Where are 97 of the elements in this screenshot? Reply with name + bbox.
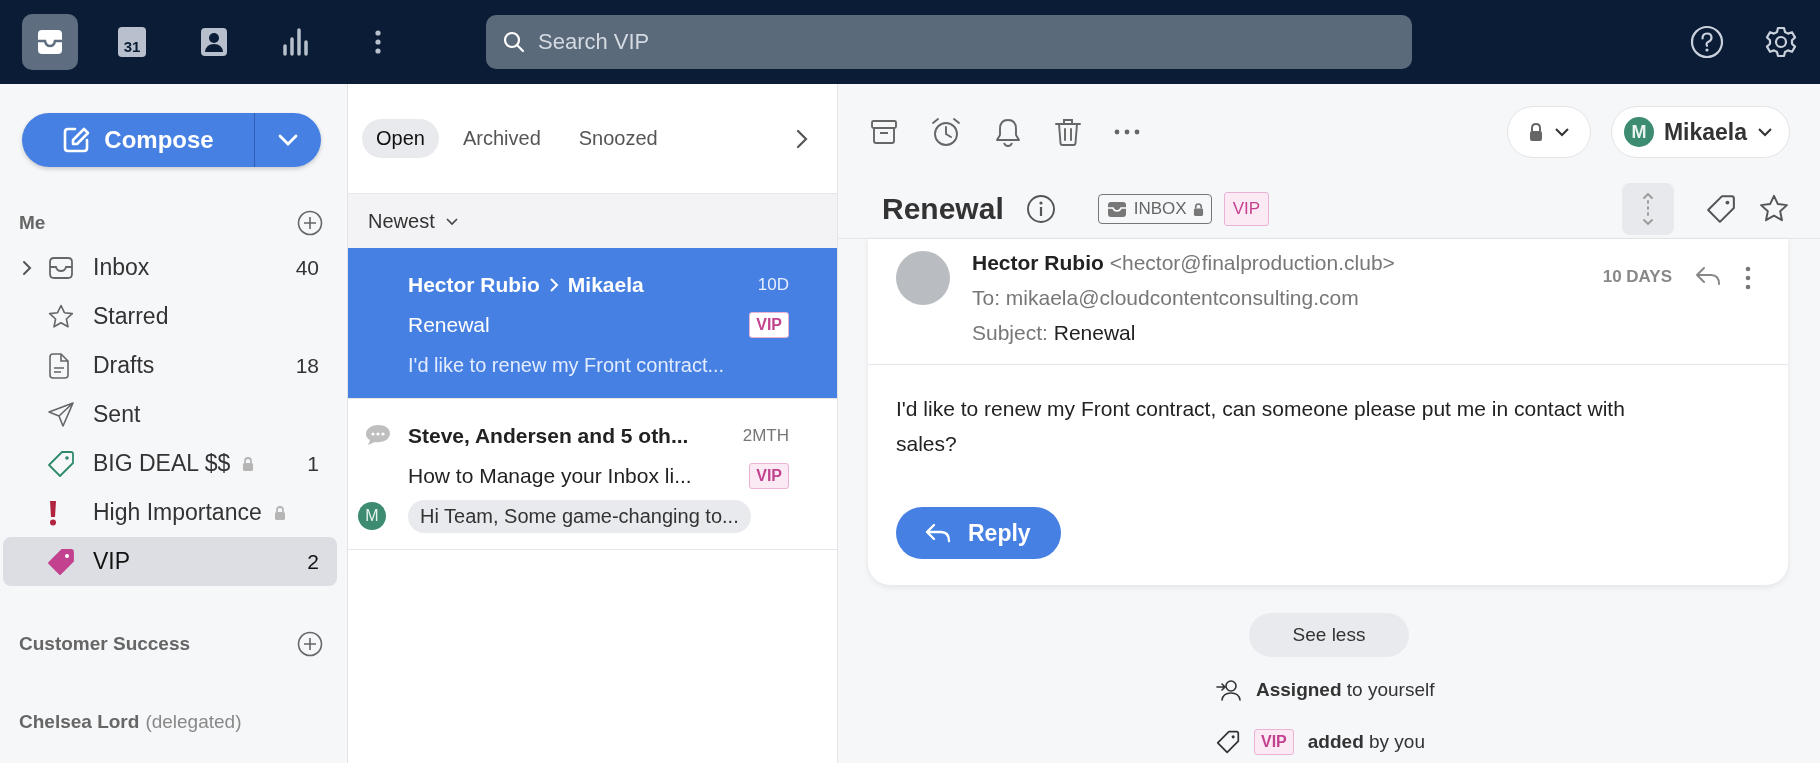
help-icon[interactable] xyxy=(1690,25,1724,59)
assign-person-icon xyxy=(1216,678,1242,702)
item-label: BIG DEAL $$ xyxy=(93,450,231,477)
document-icon xyxy=(47,351,71,380)
item-count: 2 xyxy=(307,549,319,574)
vip-tag: VIP xyxy=(749,463,789,489)
conversation-preview: I'd like to renew my Front contract... xyxy=(408,353,725,377)
chevron-down-icon xyxy=(444,216,459,226)
tag-icon xyxy=(1216,730,1240,754)
sidebar-item[interactable]: Inbox 40 xyxy=(3,243,337,292)
add-icon[interactable] xyxy=(297,210,323,236)
chat-bubble-icon xyxy=(364,423,392,447)
edit-icon xyxy=(62,126,91,154)
assignee-dropdown[interactable]: M Mikaela xyxy=(1610,106,1790,158)
sidebar-item[interactable]: BIG DEAL $$ 1 xyxy=(3,439,337,488)
alarm-clock-icon[interactable] xyxy=(930,116,962,148)
sidebar-item[interactable]: High Importance xyxy=(3,488,337,537)
conversation-item[interactable]: Steve, Andersen and 5 oth... 2MTH How to Manage your Inbox li... VIP M Hi Team, Some game-changing to... xyxy=(348,399,837,550)
lock-icon xyxy=(1527,122,1544,142)
activity-text: added by you xyxy=(1307,731,1425,753)
sidebar-item[interactable]: Starred xyxy=(3,292,337,341)
chevron-right-icon xyxy=(547,276,560,294)
item-label: Sent xyxy=(93,401,141,428)
conversation-item[interactable]: Hector Rubio Mikaela 10D Renewal VIP I'd like to renew my Front contract... xyxy=(348,248,837,399)
bar-chart-icon xyxy=(281,27,311,57)
item-label: Inbox xyxy=(93,254,150,281)
tag-icon[interactable] xyxy=(1706,194,1736,224)
see-less-button[interactable]: See less xyxy=(1249,613,1409,657)
conversation-time: 2MTH xyxy=(742,426,789,446)
more-dots-icon[interactable] xyxy=(1114,128,1140,136)
subject: Renewal xyxy=(1053,321,1136,344)
item-label: Starred xyxy=(93,303,169,330)
reply-icon[interactable] xyxy=(1694,265,1722,287)
sender-email: <hector@finalproduction.club> xyxy=(1109,251,1395,274)
sidebar-item[interactable]: Sent xyxy=(3,390,337,439)
conversation-preview: Hi Team, Some game-changing to... xyxy=(408,499,751,533)
recipient: To: mikaela@cloudcontentconsulting.com xyxy=(972,285,1360,311)
vip-tag: VIP xyxy=(1223,192,1270,226)
tab[interactable]: Open xyxy=(362,119,439,158)
bell-icon[interactable] xyxy=(994,117,1022,147)
item-label: VIP xyxy=(93,548,131,575)
sidebar-item[interactable]: VIP 2 xyxy=(3,537,337,586)
chevron-down-icon xyxy=(1757,127,1773,137)
avatar: M xyxy=(1623,117,1654,147)
vertical-dots-icon[interactable] xyxy=(1744,265,1752,291)
sort-dropdown[interactable]: Newest xyxy=(362,208,465,234)
inbox-tray-icon xyxy=(1105,200,1128,218)
paper-plane-icon xyxy=(47,400,75,429)
chevron-right-icon[interactable] xyxy=(21,258,33,277)
item-count: 40 xyxy=(295,255,319,280)
conversation-sender: Steve, Andersen and 5 oth... xyxy=(408,424,689,448)
message-time: 10 DAYS xyxy=(1602,267,1672,287)
reply-icon xyxy=(924,522,952,544)
vertical-dots-icon xyxy=(374,29,382,55)
conversation-title: Renewal xyxy=(882,192,1004,226)
sidebar-item[interactable]: Drafts 18 xyxy=(3,341,337,390)
settings-icon[interactable] xyxy=(1764,25,1798,59)
add-icon[interactable] xyxy=(297,631,323,657)
section-title[interactable]: Me xyxy=(19,212,46,234)
item-count: 1 xyxy=(307,451,319,476)
search-field[interactable]: Search VIP xyxy=(486,15,1412,69)
conversation-time: 10D xyxy=(757,275,789,295)
conversation-subject: Renewal xyxy=(408,313,490,337)
item-label: High Importance xyxy=(93,499,262,526)
section-title[interactable]: Chelsea Lord (delegated) xyxy=(19,711,242,733)
conversation-subject: How to Manage your Inbox li... xyxy=(408,464,692,488)
chevron-down-icon xyxy=(1553,127,1570,137)
inbox-tag: INBOX xyxy=(1097,194,1212,224)
subject-label: Subject: xyxy=(972,321,1048,344)
item-label: Drafts xyxy=(93,352,155,379)
nav-button[interactable]: 31 xyxy=(104,14,160,70)
vip-tag: VIP xyxy=(749,312,789,338)
trash-icon[interactable] xyxy=(1054,117,1082,147)
tab[interactable]: Archived xyxy=(448,119,555,158)
conversation-sender: Hector Rubio xyxy=(408,273,540,297)
activity-text: Assigned to yourself xyxy=(1256,679,1435,701)
tab[interactable]: Snoozed xyxy=(564,119,672,158)
item-count: 18 xyxy=(295,353,319,378)
message-body: I'd like to renew my Front contract, can someone please put me in contact with sales? xyxy=(896,396,1626,457)
chevron-down-icon xyxy=(278,134,298,146)
sender-name: Hector Rubio xyxy=(972,251,1104,274)
vertical-arrows-icon xyxy=(1641,191,1655,227)
info-icon[interactable] xyxy=(1025,194,1056,224)
photo-placeholder xyxy=(896,251,950,305)
avatar: M xyxy=(358,502,386,530)
conversation-recipient: Mikaela xyxy=(567,273,644,297)
contact-card-icon xyxy=(200,27,228,57)
inbox-tray-icon xyxy=(47,255,75,280)
nav-button[interactable] xyxy=(22,14,78,70)
section-title[interactable]: Customer Success xyxy=(19,633,191,655)
chevron-right-icon[interactable] xyxy=(795,127,809,150)
reply-button[interactable]: Reply xyxy=(896,507,1061,559)
privacy-dropdown[interactable] xyxy=(1506,106,1591,158)
vip-tag: VIP xyxy=(1254,729,1294,755)
archive-box-icon[interactable] xyxy=(870,118,898,146)
calendar-icon: 31 xyxy=(118,27,146,57)
expand-toggle-button[interactable] xyxy=(1622,183,1674,235)
